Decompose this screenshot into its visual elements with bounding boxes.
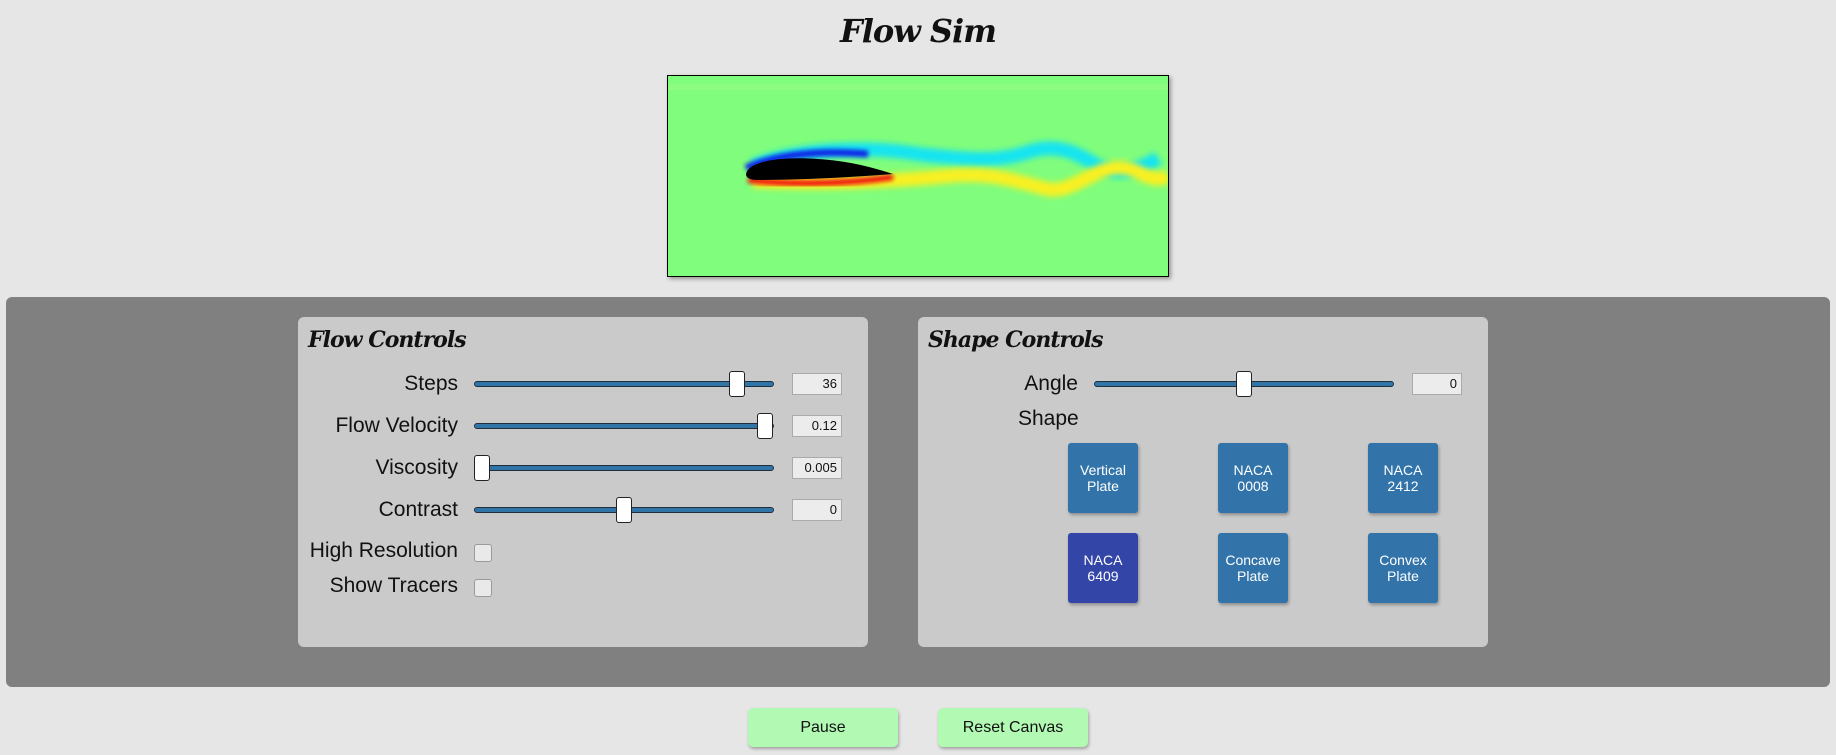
slider-track bbox=[474, 423, 774, 429]
angle-slider-thumb[interactable] bbox=[1236, 371, 1252, 397]
shape-button-convex-plate[interactable]: Convex Plate bbox=[1368, 533, 1438, 603]
flow-velocity-slider[interactable] bbox=[474, 413, 774, 439]
viscosity-value-field[interactable]: 0.005 bbox=[792, 457, 842, 479]
flow-field-visualization bbox=[668, 76, 1168, 276]
high-resolution-checkbox[interactable] bbox=[474, 544, 492, 562]
slider-track bbox=[474, 465, 774, 471]
contrast-slider-thumb[interactable] bbox=[616, 497, 632, 523]
show-tracers-checkbox[interactable] bbox=[474, 579, 492, 597]
shape-button-naca-0008[interactable]: NACA 0008 bbox=[1218, 443, 1288, 513]
viscosity-slider[interactable] bbox=[473, 455, 774, 481]
app-title: Flow Sim bbox=[839, 12, 997, 50]
shape-label: Shape bbox=[1018, 407, 1079, 430]
shape-button-naca-6409[interactable]: NACA 6409 bbox=[1068, 533, 1138, 603]
controls-area: Flow Controls Steps 36 Flow Velocity 0.1… bbox=[6, 297, 1830, 687]
flow-controls-title: Flow Controls bbox=[308, 327, 467, 353]
steps-slider[interactable] bbox=[474, 371, 774, 397]
flow-velocity-value-field[interactable]: 0.12 bbox=[792, 415, 842, 437]
contrast-value-field[interactable]: 0 bbox=[792, 499, 842, 521]
viscosity-slider-thumb[interactable] bbox=[473, 455, 490, 481]
angle-slider[interactable] bbox=[1094, 371, 1394, 397]
angle-label: Angle bbox=[1024, 372, 1078, 395]
shape-controls-panel: Shape Controls Angle 0 Shape Vertical Pl… bbox=[918, 317, 1488, 647]
flow-controls-panel: Flow Controls Steps 36 Flow Velocity 0.1… bbox=[298, 317, 868, 647]
shape-button-concave-plate[interactable]: Concave Plate bbox=[1218, 533, 1288, 603]
shape-button-naca-2412[interactable]: NACA 2412 bbox=[1368, 443, 1438, 513]
steps-slider-thumb[interactable] bbox=[728, 371, 745, 397]
pause-button[interactable]: Pause bbox=[748, 708, 898, 747]
shape-controls-title: Shape Controls bbox=[928, 327, 1104, 353]
reset-canvas-button[interactable]: Reset Canvas bbox=[938, 708, 1088, 747]
shape-button-vertical-plate[interactable]: Vertical Plate bbox=[1068, 443, 1138, 513]
flow-velocity-slider-thumb[interactable] bbox=[757, 413, 773, 439]
contrast-label: Contrast bbox=[378, 498, 458, 521]
steps-value-field[interactable]: 36 bbox=[792, 373, 842, 395]
angle-value-field[interactable]: 0 bbox=[1412, 373, 1462, 395]
show-tracers-label: Show Tracers bbox=[329, 574, 458, 597]
high-resolution-label: High Resolution bbox=[309, 539, 458, 562]
steps-label: Steps bbox=[404, 372, 458, 395]
contrast-slider[interactable] bbox=[474, 497, 774, 523]
simulation-canvas[interactable] bbox=[667, 75, 1169, 277]
flow-velocity-label: Flow Velocity bbox=[335, 414, 458, 437]
viscosity-label: Viscosity bbox=[375, 456, 458, 479]
